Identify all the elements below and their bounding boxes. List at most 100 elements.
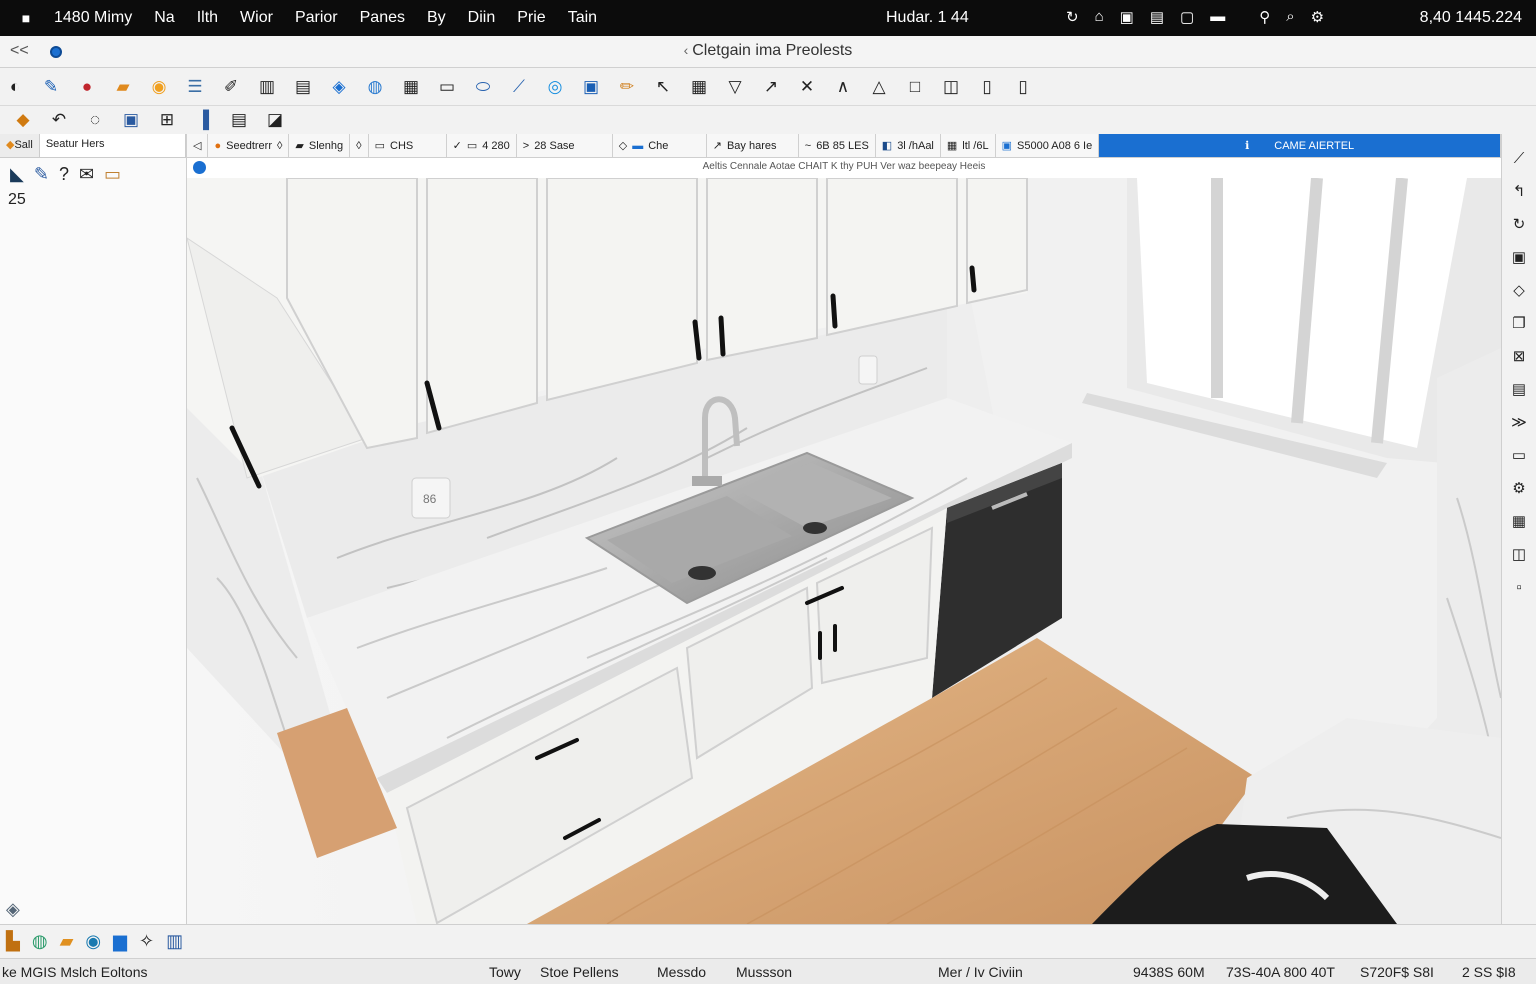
chart-icon[interactable]: ◣ [10, 164, 24, 185]
tool-pen-icon[interactable]: ▽ [722, 74, 748, 100]
option-6b[interactable]: ~6B 85 LES [799, 134, 876, 157]
sync-icon[interactable]: ↻ [1066, 8, 1079, 26]
tab-seatur-hers[interactable]: Seatur Hers [39, 134, 186, 157]
menu-item-2[interactable]: Na [154, 9, 174, 27]
bottom-tool-globe-icon[interactable]: ◍ [32, 931, 48, 952]
chevron-left-icon[interactable]: ‹ [684, 42, 693, 58]
tool-cube-icon[interactable]: ◈ [326, 74, 352, 100]
tool-dims-icon[interactable]: ⊞ [154, 107, 180, 133]
right-tool-box-icon[interactable]: ▤ [1508, 377, 1530, 401]
status-stoe[interactable]: Stoe Pellens [540, 964, 619, 980]
tool-scale-icon[interactable]: ◪ [262, 107, 288, 133]
search-icon[interactable]: ⌕ [1286, 8, 1294, 26]
tool-split-icon[interactable]: ▯ [974, 74, 1000, 100]
right-tool-line-icon[interactable]: ⟋ [1508, 146, 1530, 170]
menu-item-5[interactable]: Parior [295, 9, 338, 27]
pin-icon[interactable]: ⚲ [1259, 8, 1270, 26]
tab-sall[interactable]: ◆Sall [0, 134, 40, 157]
came-aiertel-button[interactable]: ℹ CAME AIERTEL [1099, 134, 1501, 157]
bottom-tool-cabinet-icon[interactable]: ▙ [6, 931, 20, 952]
tool-record-icon[interactable]: ● [74, 74, 100, 100]
right-tool-camera-icon[interactable]: ◫ [1508, 542, 1530, 566]
tool-select-icon[interactable]: ↖ [650, 74, 676, 100]
tool-open-icon[interactable]: ◐ [2, 74, 28, 100]
tool-tag-icon[interactable]: ⬭ [470, 74, 496, 100]
bottom-tool-magic-icon[interactable]: ✧ [139, 931, 154, 952]
option-chs[interactable]: ▭ CHS [369, 134, 447, 157]
tool-triangle-icon[interactable]: △ [866, 74, 892, 100]
tool-paint-icon[interactable]: ◉ [146, 74, 172, 100]
mail-icon[interactable]: ✉ [79, 164, 94, 185]
display-icon[interactable]: ▬ [1210, 8, 1225, 26]
right-tool-window-icon[interactable]: ▣ [1508, 245, 1530, 269]
right-tool-rotate-icon[interactable]: ↻ [1508, 212, 1530, 236]
right-tool-table-icon[interactable]: ▦ [1508, 509, 1530, 533]
option-s5000[interactable]: ▣ S5000 A08 6 Ie [996, 134, 1100, 157]
tool-measure-icon[interactable]: ▐ [190, 107, 216, 133]
bottom-tool-folder-icon[interactable]: ▰ [60, 931, 74, 952]
right-tool-arrow-icon[interactable]: ↰ [1508, 179, 1530, 203]
tool-close-icon[interactable]: ✕ [794, 74, 820, 100]
menu-item-8[interactable]: Diin [468, 9, 496, 27]
status-messdo[interactable]: Messdo [657, 964, 706, 980]
tool-shapes-icon[interactable]: ◆ [10, 107, 36, 133]
tool-book-icon[interactable]: ▥ [254, 74, 280, 100]
menu-item-9[interactable]: Prie [517, 9, 545, 27]
option-28-sase[interactable]: >28 Sase [517, 134, 613, 157]
right-tool-small-icon[interactable]: ▫ [1508, 575, 1530, 599]
control-center-icon[interactable]: ⚙ [1311, 8, 1324, 26]
option-4280[interactable]: ✓ ▭ 4 280 [447, 134, 517, 157]
bottom-tool-lock-icon[interactable]: ▥ [166, 931, 183, 952]
tool-orbit-icon[interactable]: ◌ [82, 107, 108, 133]
folder-icon[interactable]: ▭ [104, 164, 121, 185]
menu-item-6[interactable]: Panes [360, 9, 405, 27]
option-item-1[interactable]: ◁ [187, 134, 209, 157]
edit-doc-icon[interactable]: ✎ [34, 164, 49, 185]
tool-rotate-icon[interactable]: ↶ [46, 107, 72, 133]
tool-calc-icon[interactable]: ▦ [686, 74, 712, 100]
tool-frame-icon[interactable]: ◫ [938, 74, 964, 100]
option-bay-hares[interactable]: ↗ Bay hares [707, 134, 799, 157]
tool-page-icon[interactable]: ▯ [1010, 74, 1036, 100]
right-tool-flag-icon[interactable]: ▭ [1508, 443, 1530, 467]
option-ltl[interactable]: ▦ ltl /6L [941, 134, 996, 157]
right-tool-next-icon[interactable]: ≫ [1508, 410, 1530, 434]
option-slenhg[interactable]: ▰ Slenhg [289, 134, 351, 157]
tool-grid-icon[interactable]: ▤ [226, 107, 252, 133]
tool-box-icon[interactable]: ▭ [434, 74, 460, 100]
bottom-tool-earth-icon[interactable]: ◉ [85, 931, 101, 952]
tool-camera-icon[interactable]: ▣ [118, 107, 144, 133]
right-tool-settings-icon[interactable]: ⚙ [1508, 476, 1530, 500]
tool-pencil-icon[interactable]: ✐ [218, 74, 244, 100]
option-seedtrerr[interactable]: ● Seedtrerr ◊ [208, 134, 290, 157]
folder-icon[interactable]: ▢ [1180, 8, 1194, 26]
right-tool-grid-icon[interactable]: ⊠ [1508, 344, 1530, 368]
option-item-4[interactable]: ◊ [350, 134, 369, 157]
tool-edit-icon[interactable]: ✎ [38, 74, 64, 100]
tool-angle-icon[interactable]: ∧ [830, 74, 856, 100]
menu-item-10[interactable]: Tain [568, 9, 597, 27]
option-che[interactable]: ◇ ▬ Che [613, 134, 707, 157]
tool-brush-icon[interactable]: ✏ [614, 74, 640, 100]
tool-rect-icon[interactable]: □ [902, 74, 928, 100]
menu-item-1[interactable]: 1480 Mimy [54, 9, 132, 27]
tool-material-icon[interactable]: ▰ [110, 74, 136, 100]
window-icon[interactable]: ▣ [1120, 8, 1134, 26]
menu-item-4[interactable]: Wior [240, 9, 273, 27]
status-mussson[interactable]: Mussson [736, 964, 792, 980]
panel-tool-icon[interactable]: ◈ [6, 899, 20, 920]
bottom-tool-doc-icon[interactable]: ▆ [113, 931, 127, 952]
tool-screen-icon[interactable]: ▣ [578, 74, 604, 100]
right-tool-copy-icon[interactable]: ❐ [1508, 311, 1530, 335]
tool-panel-icon[interactable]: ▦ [398, 74, 424, 100]
tool-tape-icon[interactable]: ⟋ [506, 74, 532, 100]
3d-viewport[interactable]: 86 [187, 178, 1501, 924]
menu-item-3[interactable]: Ilth [197, 9, 218, 27]
help-icon[interactable]: ? [59, 164, 69, 185]
tool-window-icon[interactable]: ▤ [290, 74, 316, 100]
apple-logo-icon[interactable]: ■ [16, 10, 36, 26]
right-tool-diamond-icon[interactable]: ◇ [1508, 278, 1530, 302]
tool-arrow-icon[interactable]: ↗ [758, 74, 784, 100]
home-icon[interactable]: ⌂ [1095, 8, 1104, 26]
status-tow[interactable]: Towy [489, 964, 521, 980]
